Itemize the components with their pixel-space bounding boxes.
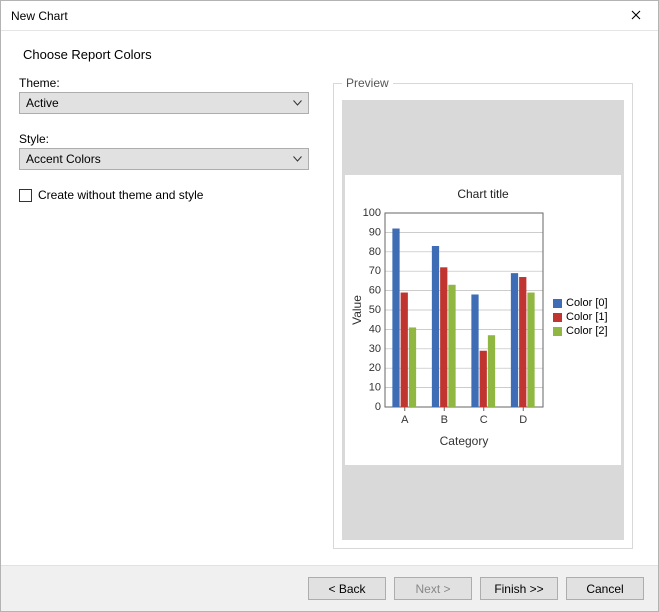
preview-legend: Preview xyxy=(342,76,393,90)
svg-text:60: 60 xyxy=(369,285,381,297)
page-heading: Choose Report Colors xyxy=(23,47,640,62)
checkbox-label: Create without theme and style xyxy=(38,188,203,202)
checkbox-icon xyxy=(19,189,32,202)
next-button[interactable]: Next > xyxy=(394,577,472,600)
chart-plot: 0 10 20 30 40 50 60 70 80 90 100 A B C D Category Value xyxy=(349,207,549,457)
close-button[interactable] xyxy=(614,1,658,31)
style-label: Style: xyxy=(19,132,309,146)
legend-label: Color [1] xyxy=(566,311,608,323)
style-value: Accent Colors xyxy=(26,152,101,166)
titlebar: New Chart xyxy=(1,1,658,31)
svg-text:40: 40 xyxy=(369,323,381,335)
options-panel: Theme: Active Style: Accent Colors xyxy=(19,76,309,549)
svg-text:C: C xyxy=(480,414,488,426)
svg-text:50: 50 xyxy=(369,304,381,316)
theme-value: Active xyxy=(26,96,59,110)
legend-swatch xyxy=(553,299,562,308)
svg-text:90: 90 xyxy=(369,226,381,238)
preview-panel: Preview Chart title 0 10 20 30 40 50 60 70 80 90 1… xyxy=(333,76,633,549)
svg-text:D: D xyxy=(519,414,527,426)
svg-text:B: B xyxy=(441,414,448,426)
svg-text:20: 20 xyxy=(369,362,381,374)
back-button[interactable]: < Back xyxy=(308,577,386,600)
svg-text:80: 80 xyxy=(369,246,381,258)
svg-text:100: 100 xyxy=(363,207,381,219)
wizard-footer: < Back Next > Finish >> Cancel xyxy=(1,565,658,611)
svg-text:70: 70 xyxy=(369,265,381,277)
chart-preview: Chart title 0 10 20 30 40 50 60 70 80 90 100 A B C D Ca… xyxy=(345,175,621,465)
chevron-down-icon xyxy=(293,100,302,106)
chevron-down-icon xyxy=(293,156,302,162)
content-area: Choose Report Colors Theme: Active Style… xyxy=(1,31,658,549)
preview-background: Chart title 0 10 20 30 40 50 60 70 80 90 100 A B C D Ca… xyxy=(342,100,624,540)
svg-text:10: 10 xyxy=(369,382,381,394)
svg-text:Value: Value xyxy=(350,295,364,325)
finish-button[interactable]: Finish >> xyxy=(480,577,558,600)
theme-dropdown[interactable]: Active xyxy=(19,92,309,114)
theme-label: Theme: xyxy=(19,76,309,90)
svg-text:A: A xyxy=(401,414,409,426)
svg-text:0: 0 xyxy=(375,401,381,413)
svg-text:30: 30 xyxy=(369,343,381,355)
new-chart-wizard-window: New Chart Choose Report Colors Theme: Ac… xyxy=(0,0,659,612)
legend-label: Color [2] xyxy=(566,325,608,337)
legend-item: Color [1] xyxy=(553,311,617,323)
legend-item: Color [2] xyxy=(553,325,617,337)
legend-label: Color [0] xyxy=(566,297,608,309)
legend-item: Color [0] xyxy=(553,297,617,309)
close-icon xyxy=(631,9,641,23)
style-dropdown[interactable]: Accent Colors xyxy=(19,148,309,170)
cancel-button[interactable]: Cancel xyxy=(566,577,644,600)
chart-title: Chart title xyxy=(349,187,617,201)
svg-text:Category: Category xyxy=(440,434,489,448)
chart-legend: Color [0] Color [1] Color [2] xyxy=(553,207,617,339)
create-without-theme-checkbox[interactable]: Create without theme and style xyxy=(19,188,309,202)
legend-swatch xyxy=(553,313,562,322)
legend-swatch xyxy=(553,327,562,336)
window-title: New Chart xyxy=(11,9,614,23)
